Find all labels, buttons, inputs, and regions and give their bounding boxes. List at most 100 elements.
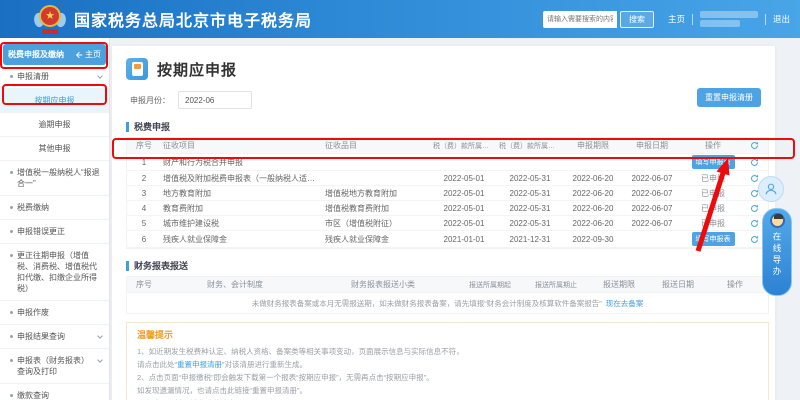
tip-line: 2、点击页面“申报缴税”即会触发下载第一个报表“按期应申报”，无需再点击“按期应…: [137, 373, 434, 382]
table-row: 1 财产和行为税合并申报 填写申报表: [127, 154, 768, 171]
sidebar-home-link[interactable]: 主页: [75, 49, 101, 60]
cell-period-start: 2022-05-01: [443, 203, 485, 213]
bullet-icon: [10, 254, 13, 257]
page-title-icon: [126, 58, 148, 80]
cell-declare-date: 2022-06-07: [631, 173, 673, 183]
sidebar: 税费申报及缴纳 主页 申报清册 按期应申报 逾期申报 其他申报 增值税一般纳税人…: [0, 38, 110, 400]
bullet-icon: [10, 359, 13, 362]
column-header: 征收项目: [163, 141, 195, 150]
column-header: 操作: [727, 280, 743, 289]
mascot-icon: [769, 213, 785, 228]
sidebar-section-header[interactable]: 税费申报及缴纳 主页: [3, 44, 106, 65]
sidebar-item-payment-query[interactable]: 缴款查询: [0, 384, 109, 400]
page: ★ 国家税务总局北京市电子税务局 搜索 主页 退出 税费申报及缴纳: [0, 0, 800, 400]
finance-empty-text: 未做财务报表备案或本月无需报送期，如未做财务报表备案，请先填报“财务会计制度及核…: [251, 298, 602, 308]
cell-item: 城市维护建设税: [163, 218, 219, 228]
column-header: 序号: [136, 141, 152, 150]
sidebar-item-declaration-error-correction[interactable]: 申报错误更正: [0, 220, 109, 244]
bullet-icon: [10, 335, 13, 338]
sidebar-item-tax-payment[interactable]: 税费缴纳: [0, 196, 109, 220]
sidebar-item-declaration-list[interactable]: 申报清册: [0, 65, 109, 89]
bullet-icon: [10, 230, 13, 233]
cell-period-start: [431, 161, 497, 163]
customer-service-icon[interactable]: [758, 176, 784, 202]
column-header: 税（费）款所属期止: [499, 142, 562, 150]
sidebar-item-vat-general-taxpayer[interactable]: 增值税一般纳税人“报退合一”: [0, 161, 109, 196]
column-header: 财务、会计制度: [207, 280, 263, 289]
refresh-icon[interactable]: [745, 218, 763, 229]
app-title: 国家税务总局北京市电子税务局: [74, 13, 313, 30]
tip-line: 如发现遗漏情况，也请点击此链接“重置申报清册”。: [137, 386, 307, 395]
main-card: 按期应申报 申报月份： 重置申报清册 税费申报 序号 征收项目 征收品目 税（费…: [112, 46, 775, 400]
declared-status: 已申报: [701, 218, 725, 228]
cell-deadline: 2022-06-20: [572, 203, 614, 213]
cell-subitem: [323, 177, 431, 179]
declared-status: 已申报: [701, 203, 725, 213]
cell-seq: 3: [141, 188, 147, 198]
table-row: 2 增值税及附加税费申报表（一般纳税人适用） 2022-05-01 2022-0…: [127, 171, 768, 186]
column-header: 报送期限: [603, 280, 635, 289]
cell-period-end: 2021-12-31: [509, 234, 551, 244]
chevron-down-icon: [97, 333, 103, 339]
sidebar-item-declaration-invalidation[interactable]: 申报作废: [0, 301, 109, 325]
home-link[interactable]: 主页: [668, 13, 685, 25]
bullet-icon: [10, 311, 13, 314]
bullet-icon: [10, 75, 13, 78]
refresh-icon[interactable]: [745, 203, 763, 214]
cell-period-start: 2022-05-01: [443, 218, 485, 228]
cell-item: 教育费附加: [163, 203, 203, 213]
cell-seq: 4: [141, 203, 147, 213]
table-row: 4 教育费附加 增值税教育费附加 2022-05-01 2022-05-31 2…: [127, 201, 768, 216]
page-title: 按期应申报: [157, 61, 238, 79]
logout-link[interactable]: 退出: [773, 13, 790, 25]
refresh-icon[interactable]: [745, 234, 763, 245]
cell-declare-date: 2022-06-07: [631, 218, 673, 228]
cell-subitem: 增值税地方教育附加: [325, 188, 397, 198]
cell-deadline: 2022-06-20: [572, 173, 614, 183]
refresh-icon[interactable]: [745, 157, 763, 168]
fill-declaration-button[interactable]: 填写申报表: [691, 232, 735, 246]
cell-seq: 5: [141, 218, 147, 228]
go-filing-link[interactable]: 现在去备案: [606, 298, 644, 309]
table-row: 3 地方教育附加 增值税地方教育附加 2022-05-01 2022-05-31…: [127, 186, 768, 201]
reset-declaration-link[interactable]: “重置申报清册”: [175, 360, 225, 369]
search-input[interactable]: [542, 10, 617, 28]
search-button[interactable]: 搜索: [619, 10, 654, 28]
bullet-icon: [10, 171, 13, 174]
cell-seq: 2: [141, 173, 147, 183]
sidebar-item-return-query-print[interactable]: 申报表（财务报表）查询及打印: [0, 349, 109, 384]
cell-period-end: 2022-05-31: [509, 188, 551, 198]
column-header: 税（费）款所属期起: [433, 142, 496, 150]
online-help-widget[interactable]: 在线导办: [762, 208, 792, 296]
month-input[interactable]: [178, 91, 252, 109]
online-help-label: 在线导办: [772, 232, 782, 278]
cell-declare-date: 2022-06-07: [631, 203, 673, 213]
cell-subitem: 增值税教育费附加: [325, 203, 389, 213]
cell-subitem: [323, 161, 431, 163]
divider: [764, 13, 766, 25]
sidebar-item-correct-previous-declaration[interactable]: 更正往期申报（增值税、消费税、增值税代扣代缴、扣缴企业所得税）: [0, 244, 109, 301]
section-bar-icon: [126, 260, 129, 271]
cell-item: 财产和行为税合并申报: [163, 157, 243, 167]
fill-declaration-button[interactable]: 填写申报表: [691, 155, 735, 169]
column-header: 操作: [705, 141, 721, 150]
sidebar-item-overdue-declaration[interactable]: 逾期申报: [0, 113, 109, 137]
table-header-row: 序号 征收项目 征收品目 税（费）款所属期起 税（费）款所属期止 申报期限 申报…: [127, 138, 768, 154]
cell-subitem: 残疾人就业保障金: [325, 234, 389, 244]
tips-box: 温馨提示 1、如近期发生税费种认定、纳税人资格、备案类等相关事项变动，页面展示信…: [126, 322, 769, 400]
cell-period-start: 2021-01-01: [443, 234, 485, 244]
divider: [691, 13, 693, 25]
tips-title: 温馨提示: [137, 330, 174, 340]
cell-item: 增值税及附加税费申报表（一般纳税人适用）: [163, 173, 323, 183]
reset-declaration-button[interactable]: 重置申报清册: [697, 88, 761, 107]
chevron-down-icon: [97, 73, 103, 79]
sidebar-item-other-declaration[interactable]: 其他申报: [0, 137, 109, 161]
cell-declare-date: [623, 238, 681, 240]
table-header-row: 序号 财务、会计制度 财务报表报送小类 报送所属期起 报送所属期止 报送期限 报…: [127, 277, 768, 293]
national-emblem-icon: ★: [32, 4, 68, 34]
sidebar-item-periodic-due-declaration[interactable]: 按期应申报: [0, 89, 109, 113]
sidebar-item-declaration-result-query[interactable]: 申报结果查询: [0, 325, 109, 349]
tip-line: 请点击此处“重置申报清册”对该清册进行重新生成。: [137, 360, 307, 369]
bullet-icon: [10, 394, 13, 397]
refresh-icon[interactable]: [745, 140, 763, 151]
